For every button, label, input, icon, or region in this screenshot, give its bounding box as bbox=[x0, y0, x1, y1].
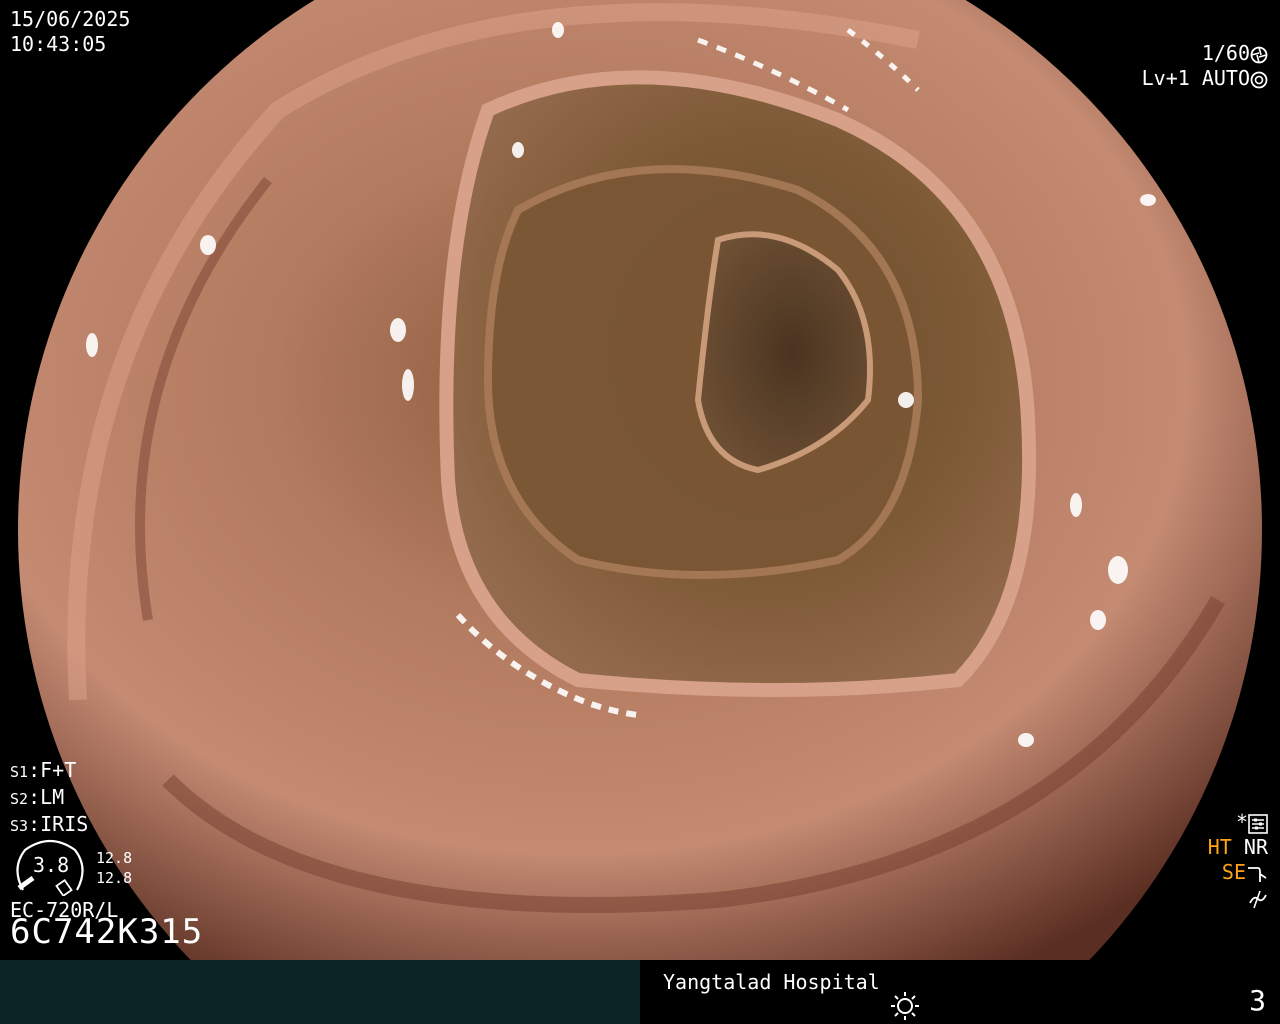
iris-value: 3.8 bbox=[33, 853, 70, 877]
endoscope-display: 15/06/2025 10:43:05 1/60 Lv+1 AUTO S1:F+… bbox=[0, 0, 1280, 1024]
scope-serial: 6C742K315 bbox=[10, 912, 204, 952]
settings-value: IRIS bbox=[40, 812, 89, 836]
shutter-text: 1/60 bbox=[1201, 41, 1250, 65]
hospital-name: Yangtalad Hospital bbox=[663, 970, 880, 994]
sun-icon bbox=[891, 992, 919, 1020]
time-text: 10:43:05 bbox=[10, 32, 107, 56]
page-number: 3 bbox=[1249, 984, 1266, 1017]
scope-arrow-icon bbox=[1248, 866, 1267, 882]
aperture-icon bbox=[1250, 46, 1268, 63]
iris-meter: 12.8 12.8 bbox=[96, 848, 132, 888]
asterisk-icon: * bbox=[1235, 810, 1248, 834]
meter-bottom: 12.8 bbox=[96, 869, 133, 887]
se-indicator: SE bbox=[1221, 860, 1246, 884]
settings-key: S2 bbox=[10, 790, 29, 808]
footer-left-bar bbox=[0, 960, 640, 1024]
endoscopy-image bbox=[18, 0, 1262, 960]
settings-sliders-icon bbox=[1248, 813, 1268, 834]
meter-top: 12.8 bbox=[96, 849, 133, 867]
datetime-readout: 15/06/2025 10:43:05 bbox=[10, 7, 130, 57]
level-text: Lv+1 bbox=[1141, 66, 1190, 90]
date-text: 15/06/2025 bbox=[10, 7, 131, 31]
settings-value: F+T bbox=[40, 758, 77, 782]
nr-indicator: NR bbox=[1243, 835, 1268, 859]
zigzag-icon bbox=[1249, 890, 1267, 908]
ht-indicator: HT bbox=[1207, 835, 1232, 859]
settings-row: S3:IRIS bbox=[10, 812, 89, 836]
settings-key: S1 bbox=[10, 763, 29, 781]
settings-key: S3 bbox=[10, 817, 29, 835]
settings-row: S1:F+T bbox=[10, 758, 77, 782]
processing-indicators: * HT NR SE bbox=[1208, 810, 1268, 910]
settings-row: S2:LM bbox=[10, 785, 65, 809]
settings-value: LM bbox=[40, 785, 65, 809]
mode-text: AUTO bbox=[1201, 66, 1250, 90]
exposure-readout: 1/60 Lv+1 AUTO bbox=[1142, 41, 1268, 91]
settings-list: S1:F+T S2:LM S3:IRIS bbox=[10, 758, 88, 839]
camera-icon bbox=[1250, 71, 1268, 88]
